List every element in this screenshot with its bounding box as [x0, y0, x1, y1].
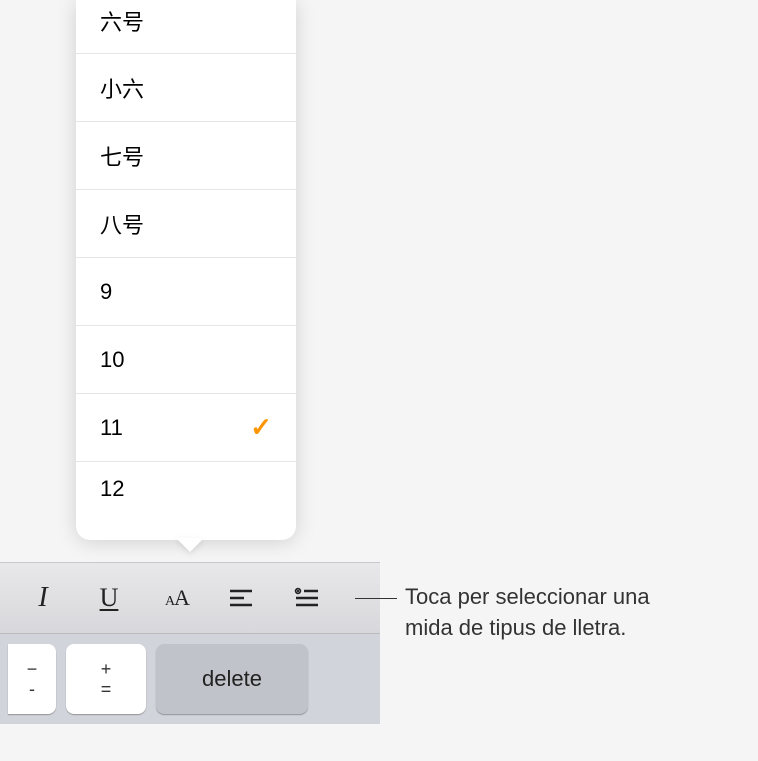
font-size-option[interactable]: 12	[76, 462, 296, 508]
italic-button[interactable]: I	[12, 574, 74, 622]
font-size-option-selected[interactable]: 11 ✓	[76, 394, 296, 462]
font-size-option[interactable]: 六号	[76, 0, 296, 54]
font-size-label: 12	[100, 476, 124, 502]
font-size-button[interactable]: A A	[144, 574, 206, 622]
font-size-icon: A A	[160, 583, 190, 613]
indent-button[interactable]	[276, 574, 338, 622]
checkmark-icon: ✓	[250, 412, 272, 443]
key-label-top: +	[101, 660, 112, 678]
font-size-option[interactable]: 八号	[76, 190, 296, 258]
key-label-bottom: =	[101, 680, 112, 698]
keyboard-row: − - + = delete	[0, 634, 380, 724]
font-size-label: 小六	[100, 72, 144, 104]
italic-icon: I	[38, 582, 47, 614]
underline-button[interactable]: U	[78, 574, 140, 622]
callout-annotation: Toca per seleccionar una mida de tipus d…	[385, 582, 650, 644]
font-size-option[interactable]: 10	[76, 326, 296, 394]
font-size-option[interactable]: 七号	[76, 122, 296, 190]
font-size-option[interactable]: 小六	[76, 54, 296, 122]
svg-text:A: A	[174, 585, 190, 610]
indent-icon	[292, 583, 322, 613]
font-size-label: 七号	[100, 140, 144, 172]
font-size-label: 10	[100, 347, 124, 373]
font-size-option[interactable]: 9	[76, 258, 296, 326]
font-size-label: 9	[100, 279, 112, 305]
minus-key[interactable]: − -	[8, 644, 56, 714]
font-size-label: 八号	[100, 208, 144, 240]
font-size-list: 六号 小六 七号 八号 9 10 11 ✓ 12	[76, 0, 296, 540]
key-label-top: −	[27, 660, 38, 678]
font-size-label: 11	[100, 415, 123, 441]
callout-text-line2: mida de tipus de lletra.	[385, 613, 650, 644]
popover-arrow-icon	[176, 538, 204, 552]
callout-text-line1: Toca per seleccionar una	[385, 582, 650, 613]
format-toolbar: I U A A	[0, 562, 380, 634]
align-button[interactable]	[210, 574, 272, 622]
delete-key[interactable]: delete	[156, 644, 308, 714]
font-size-label: 六号	[100, 5, 144, 37]
align-left-icon	[226, 583, 256, 613]
key-label: delete	[202, 666, 262, 692]
plus-key[interactable]: + =	[66, 644, 146, 714]
font-size-popover: 六号 小六 七号 八号 9 10 11 ✓ 12	[76, 0, 296, 540]
underline-icon: U	[100, 583, 119, 613]
key-label-bottom: -	[29, 680, 35, 698]
